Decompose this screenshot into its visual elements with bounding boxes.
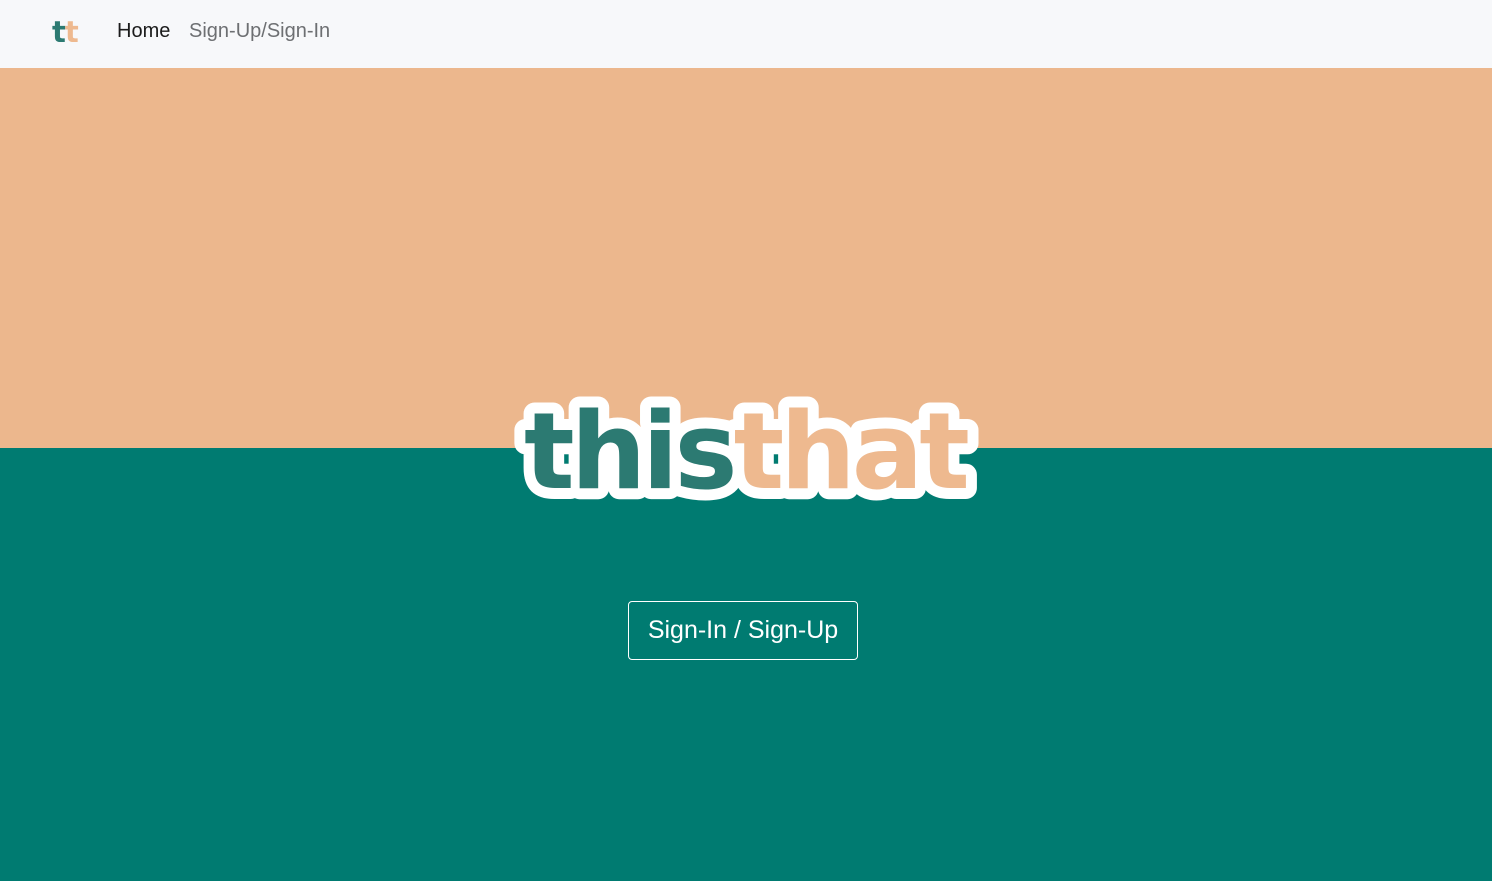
hero-logo-this: this — [524, 390, 734, 508]
hero-logo-wordmark: thisthat — [524, 390, 968, 508]
hero-logo: thisthat thisthat — [500, 388, 990, 508]
nav-signup-signin-link[interactable]: Sign-Up/Sign-In — [189, 17, 330, 45]
brand-letter-light: t — [64, 15, 79, 49]
hero-logo-graphic: thisthat thisthat — [513, 388, 983, 508]
hero-bottom-band — [0, 448, 1492, 881]
signin-signup-button[interactable]: Sign-In / Sign-Up — [628, 601, 858, 660]
hero-logo-that: that — [734, 390, 969, 508]
navbar: tt Home Sign-Up/Sign-In — [0, 0, 1492, 68]
nav-home-link[interactable]: Home — [117, 17, 170, 45]
brand-logo[interactable]: tt — [52, 12, 79, 52]
page: tt Home Sign-Up/Sign-In thisthat thistha… — [0, 0, 1492, 881]
brand-letter-dark: t — [52, 15, 66, 49]
